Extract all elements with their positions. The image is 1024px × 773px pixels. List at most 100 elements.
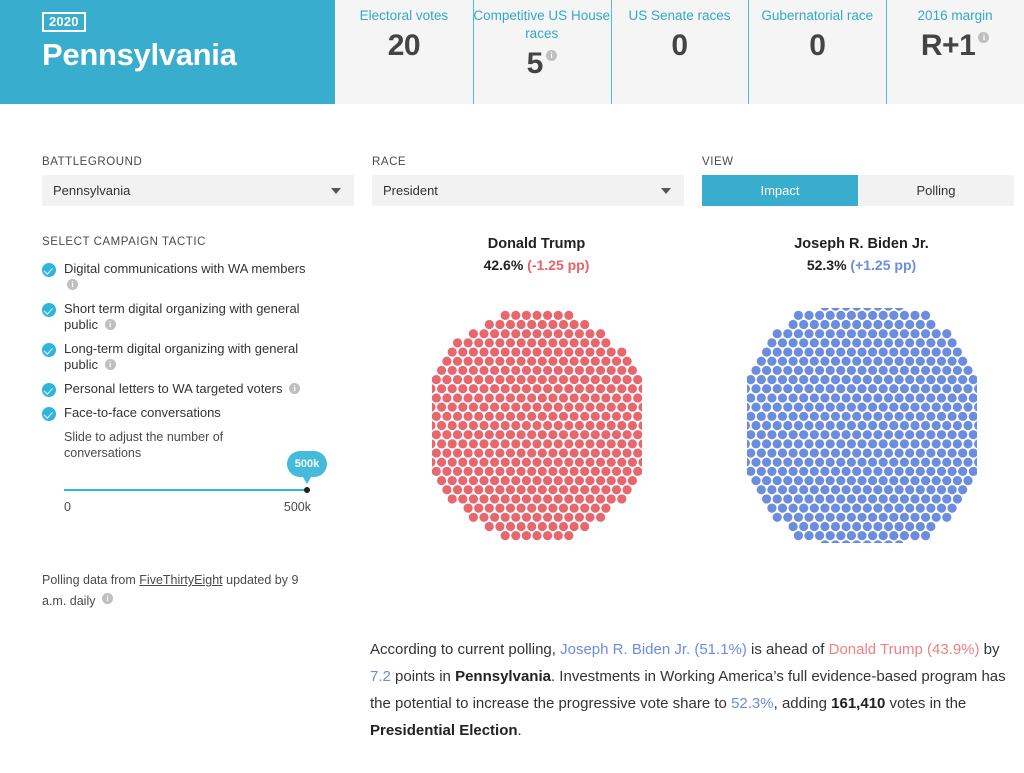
candidate-name: Joseph R. Biden Jr. bbox=[794, 236, 929, 252]
pin-tip-icon bbox=[300, 472, 314, 484]
summary-election: Presidential Election bbox=[370, 722, 518, 739]
stat-value: 0 bbox=[809, 29, 826, 62]
fivethirtyeight-link[interactable]: FiveThirtyEight bbox=[139, 573, 222, 587]
tactic-label: Short term digital organizing with gener… bbox=[64, 301, 300, 332]
info-icon[interactable]: i bbox=[101, 593, 113, 604]
summary-margin: 7.2 bbox=[370, 668, 391, 685]
view-control: VIEW Impact Polling bbox=[702, 156, 1014, 206]
dot-cloud-biden bbox=[699, 308, 1024, 543]
candidate-numbers: 52.3% (+1.25 pp) bbox=[699, 257, 1024, 273]
stat-label: 2016 margin bbox=[917, 8, 993, 23]
dot-cloud-svg bbox=[746, 308, 977, 543]
checkbox-checked-icon[interactable] bbox=[42, 383, 56, 397]
candidate-chart-biden: Joseph R. Biden Jr. 52.3% (+1.25 pp) bbox=[699, 236, 1024, 612]
slider-min-label: 0 bbox=[64, 500, 71, 514]
tab-impact[interactable]: Impact bbox=[702, 175, 858, 206]
battleground-value: Pennsylvania bbox=[53, 183, 131, 198]
tactic-label: Personal letters to WA targeted voters i bbox=[64, 381, 301, 397]
summary-paragraph: According to current polling, Joseph R. … bbox=[370, 636, 1010, 744]
stat-value-wrap: R+1 i bbox=[920, 29, 990, 63]
candidate-delta: (+1.25 pp) bbox=[850, 257, 917, 273]
battleground-label: BATTLEGROUND bbox=[42, 156, 143, 168]
tactic-item-personal-letters[interactable]: Personal letters to WA targeted voters i bbox=[42, 381, 354, 397]
slider-value-pin[interactable]: 500k bbox=[287, 451, 327, 484]
summary-text-3: by bbox=[979, 641, 1000, 658]
tab-polling[interactable]: Polling bbox=[858, 175, 1014, 206]
summary-trump: Donald Trump (43.9%) bbox=[828, 641, 980, 658]
tactic-item-digital-communications[interactable]: Digital communications with WA members i bbox=[42, 261, 354, 293]
page-header: 2020 Pennsylvania Electoral votes 20 Com… bbox=[0, 0, 1024, 104]
chevron-down-icon bbox=[331, 187, 341, 194]
tactics-title: SELECT CAMPAIGN TACTIC bbox=[42, 236, 206, 248]
checkbox-checked-icon[interactable] bbox=[42, 343, 56, 357]
info-icon[interactable]: i bbox=[67, 279, 78, 290]
dot-cloud-trump bbox=[374, 308, 699, 543]
dot-cloud-svg bbox=[431, 310, 642, 541]
battleground-select[interactable]: Pennsylvania bbox=[42, 175, 354, 206]
summary-text-2: is ahead of bbox=[746, 641, 829, 658]
checkbox-checked-icon[interactable] bbox=[42, 263, 56, 277]
slider-track[interactable] bbox=[64, 489, 307, 491]
main-content: SELECT CAMPAIGN TACTIC Digital communica… bbox=[0, 206, 1024, 612]
race-control: RACE President bbox=[372, 156, 684, 206]
info-icon[interactable]: i bbox=[104, 319, 116, 330]
stat-label: Competitive US House races bbox=[473, 8, 610, 41]
controls-row: BATTLEGROUND Pennsylvania RACE President… bbox=[0, 104, 1024, 206]
battleground-control: BATTLEGROUND Pennsylvania bbox=[42, 156, 354, 206]
footnote-prefix: Polling data from bbox=[42, 573, 140, 587]
stat-senate-races: US Senate races 0 bbox=[610, 0, 749, 104]
conversations-slider[interactable]: 500k bbox=[64, 451, 327, 493]
stat-2016-margin: 2016 margin R+1 i bbox=[886, 0, 1024, 104]
tactic-label: Face-to-face conversations bbox=[64, 405, 221, 420]
info-icon[interactable]: i bbox=[289, 383, 301, 394]
slider-knob[interactable] bbox=[304, 487, 310, 493]
stat-value-wrap: 0 bbox=[809, 29, 826, 63]
info-icon[interactable]: i bbox=[104, 359, 116, 370]
chevron-down-icon bbox=[661, 187, 671, 194]
tactic-item-long-term-digital-organizing[interactable]: Long-term digital organizing with genera… bbox=[42, 341, 354, 373]
polling-source-footnote: Polling data from FiveThirtyEight update… bbox=[42, 570, 324, 612]
stat-value-wrap: 5 i bbox=[527, 47, 557, 81]
candidate-delta: (-1.25 pp) bbox=[527, 257, 590, 273]
summary-added-votes: 161,410 bbox=[831, 695, 886, 712]
stat-value: R+1 bbox=[920, 29, 976, 62]
summary-new-share: 52.3% bbox=[731, 695, 774, 712]
page-title: Pennsylvania bbox=[42, 37, 237, 72]
tactic-item-face-to-face-conversations[interactable]: Face-to-face conversations bbox=[42, 405, 354, 421]
stat-value-wrap: 20 bbox=[387, 29, 421, 63]
state-header-block: 2020 Pennsylvania bbox=[0, 0, 335, 104]
info-icon[interactable]: i bbox=[978, 32, 990, 43]
candidate-numbers: 42.6% (-1.25 pp) bbox=[374, 257, 699, 273]
info-icon[interactable]: i bbox=[545, 50, 557, 61]
candidate-share: 52.3% bbox=[806, 257, 847, 273]
year-badge: 2020 bbox=[42, 12, 86, 32]
tactic-label: Digital communications with WA members i bbox=[64, 261, 306, 290]
candidate-share: 42.6% bbox=[483, 257, 524, 273]
slider-help-text: Slide to adjust the number of conversati… bbox=[64, 430, 224, 460]
view-toggle: Impact Polling bbox=[702, 175, 1014, 206]
stat-competitive-house-races: Competitive US House races 5 i bbox=[472, 0, 611, 104]
stat-label: Gubernatorial race bbox=[761, 8, 874, 23]
summary-state: Pennsylvania bbox=[455, 668, 551, 685]
tactic-item-short-term-digital-organizing[interactable]: Short term digital organizing with gener… bbox=[42, 301, 354, 333]
stat-value: 5 bbox=[526, 47, 544, 80]
view-label: VIEW bbox=[702, 156, 734, 168]
candidate-name: Donald Trump bbox=[487, 236, 586, 252]
race-label: RACE bbox=[372, 156, 407, 168]
summary-text-8: . bbox=[517, 722, 522, 739]
stat-electoral-votes: Electoral votes 20 bbox=[335, 0, 473, 104]
summary-text-6: , adding bbox=[773, 695, 832, 712]
summary-text-1: According to current polling, bbox=[370, 641, 561, 658]
slider-scale: 0 500k bbox=[64, 500, 311, 514]
summary-text-7: votes in the bbox=[885, 695, 967, 712]
race-select[interactable]: President bbox=[372, 175, 684, 206]
checkbox-checked-icon[interactable] bbox=[42, 303, 56, 317]
stat-value: 20 bbox=[387, 29, 421, 62]
stat-gubernatorial-race: Gubernatorial race 0 bbox=[748, 0, 886, 104]
stats-bar: Electoral votes 20 Competitive US House … bbox=[335, 0, 1024, 104]
stat-value: 0 bbox=[671, 29, 688, 62]
slider-max-label: 500k bbox=[283, 500, 311, 514]
race-value: President bbox=[383, 183, 438, 198]
checkbox-checked-icon[interactable] bbox=[42, 407, 56, 421]
stat-label: Electoral votes bbox=[359, 8, 449, 23]
